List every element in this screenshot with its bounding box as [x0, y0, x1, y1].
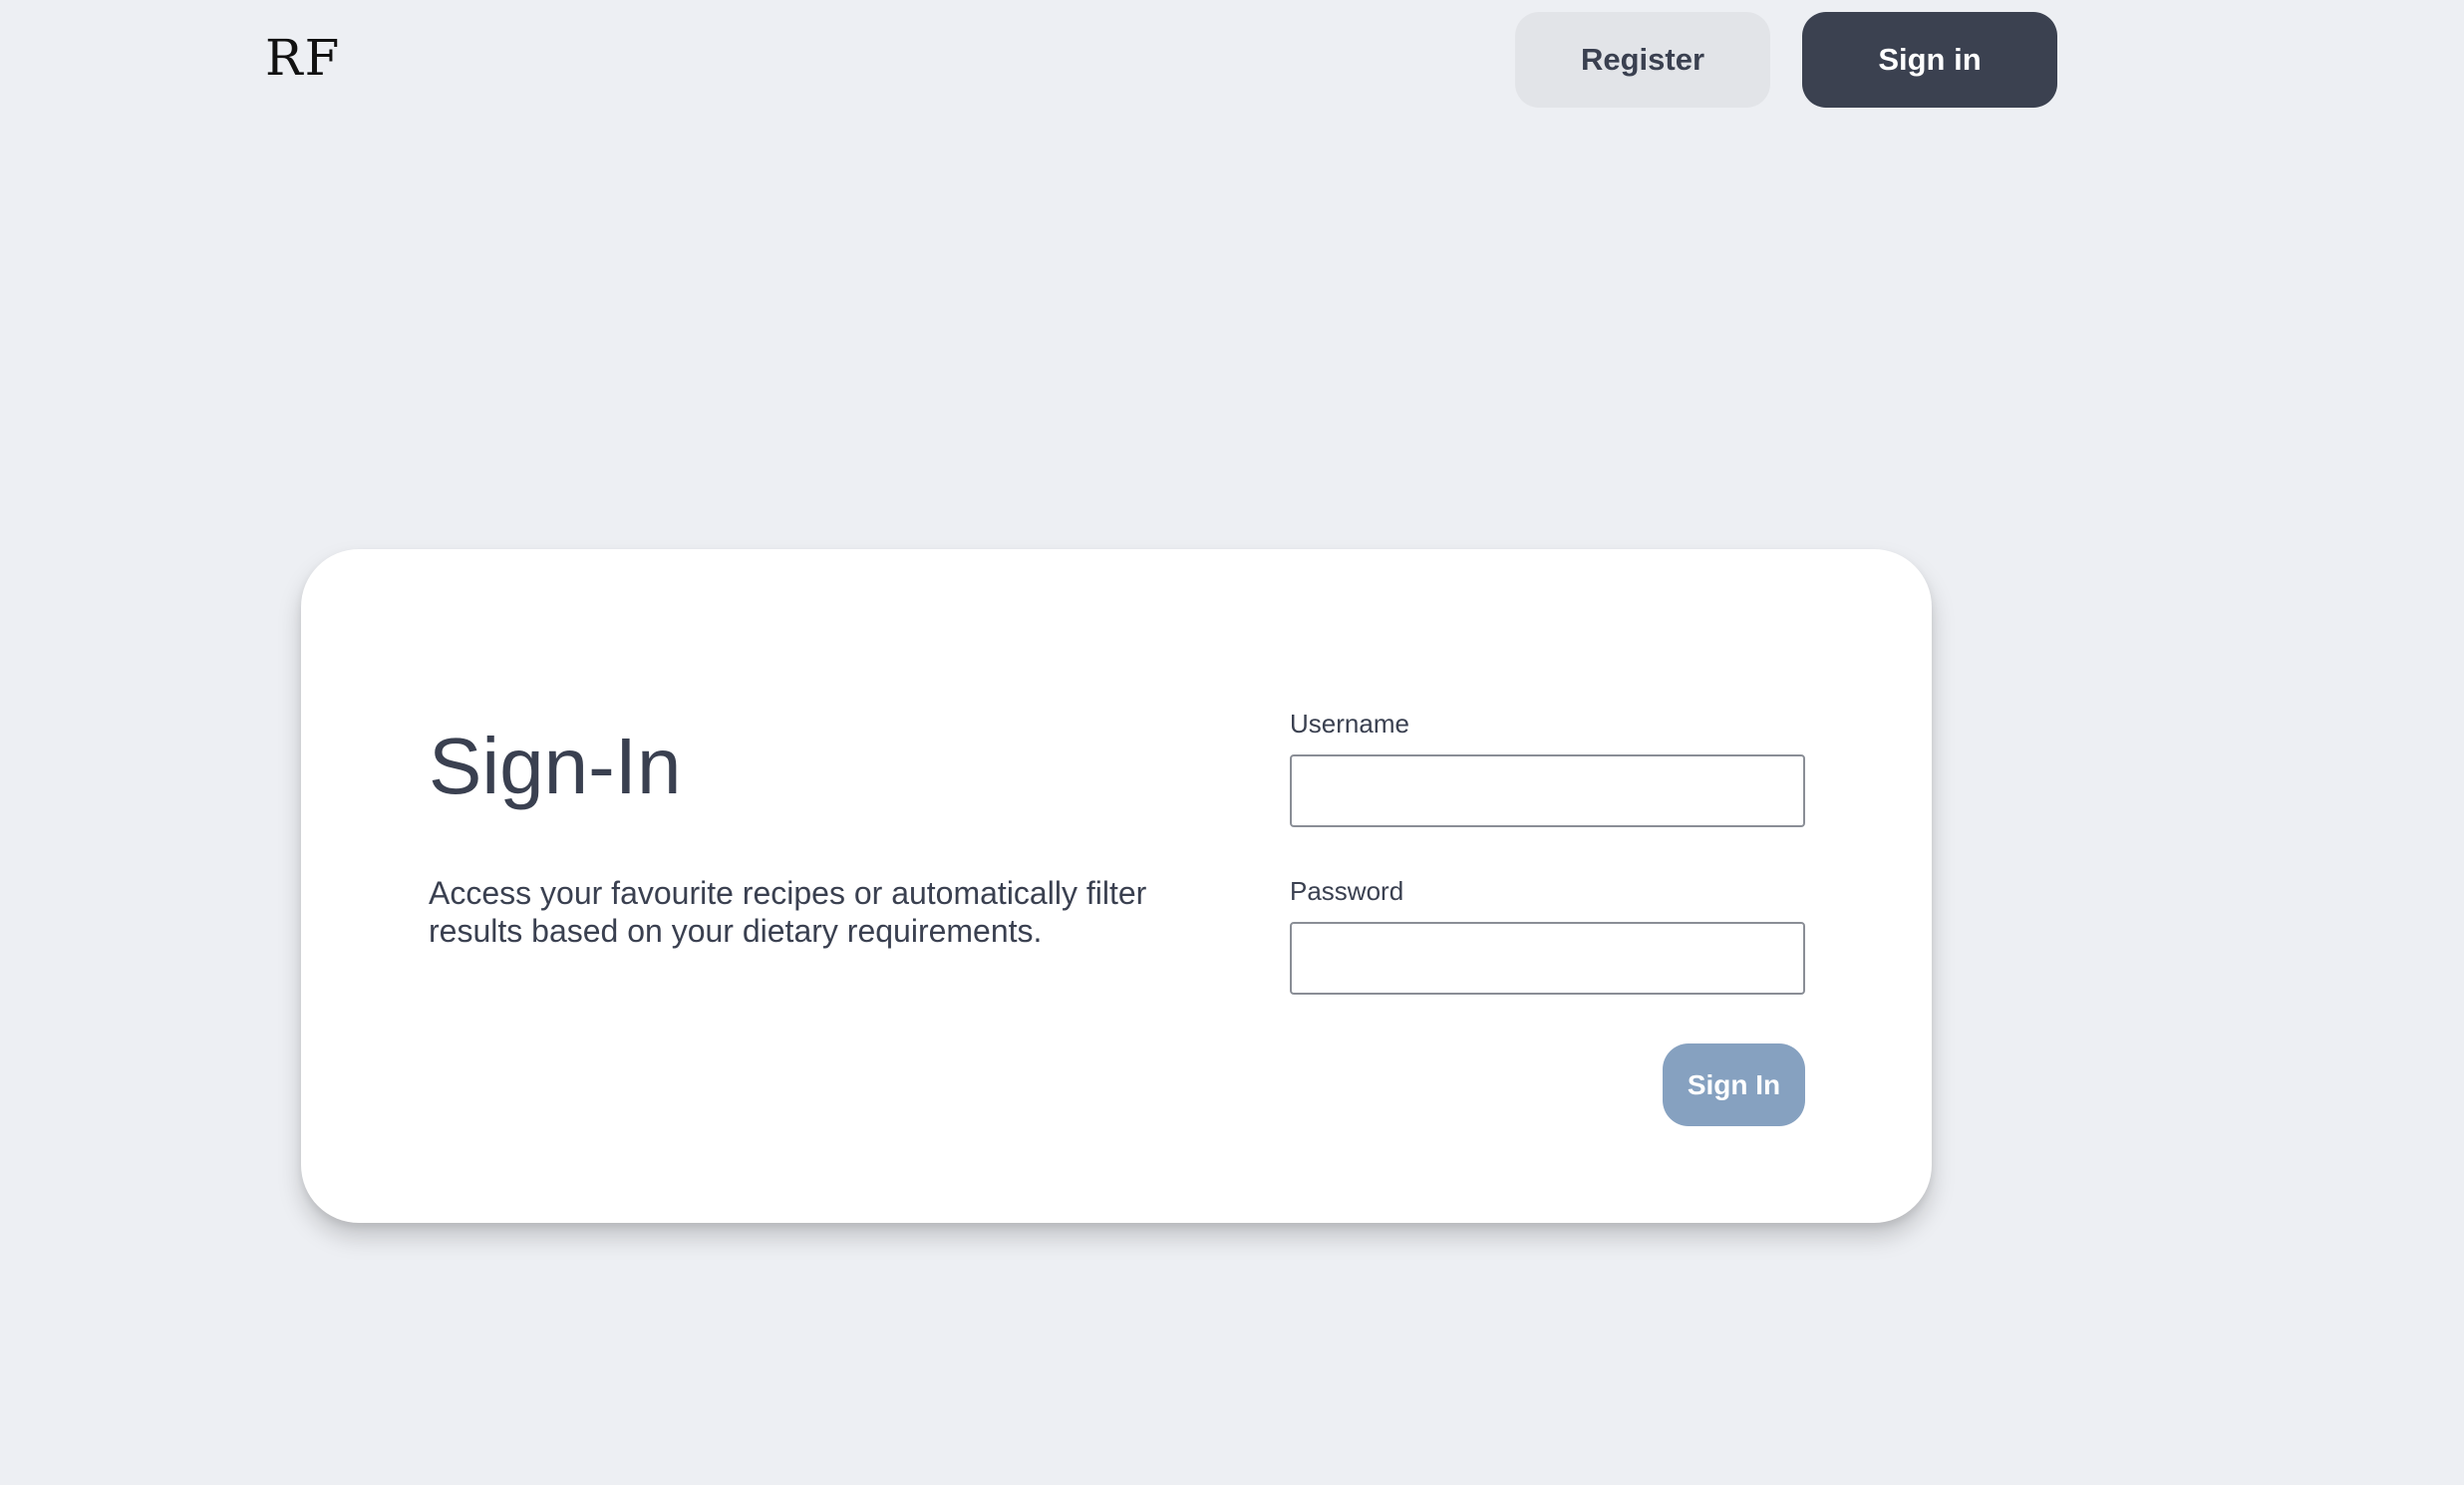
site-logo[interactable]: RF: [265, 28, 341, 88]
password-label: Password: [1290, 876, 1404, 906]
password-field[interactable]: [1290, 922, 1805, 995]
register-button[interactable]: Register: [1515, 12, 1770, 108]
sign-in-description: Access your favourite recipes or automat…: [429, 875, 1147, 949]
username-field[interactable]: [1290, 754, 1805, 827]
header-sign-in-button[interactable]: Sign in: [1802, 12, 2057, 108]
username-label: Username: [1290, 709, 1409, 739]
sign-in-card: Sign-In Access your favourite recipes or…: [301, 549, 1932, 1223]
submit-sign-in-button[interactable]: Sign In: [1663, 1043, 1805, 1126]
page-title: Sign-In: [429, 722, 682, 810]
